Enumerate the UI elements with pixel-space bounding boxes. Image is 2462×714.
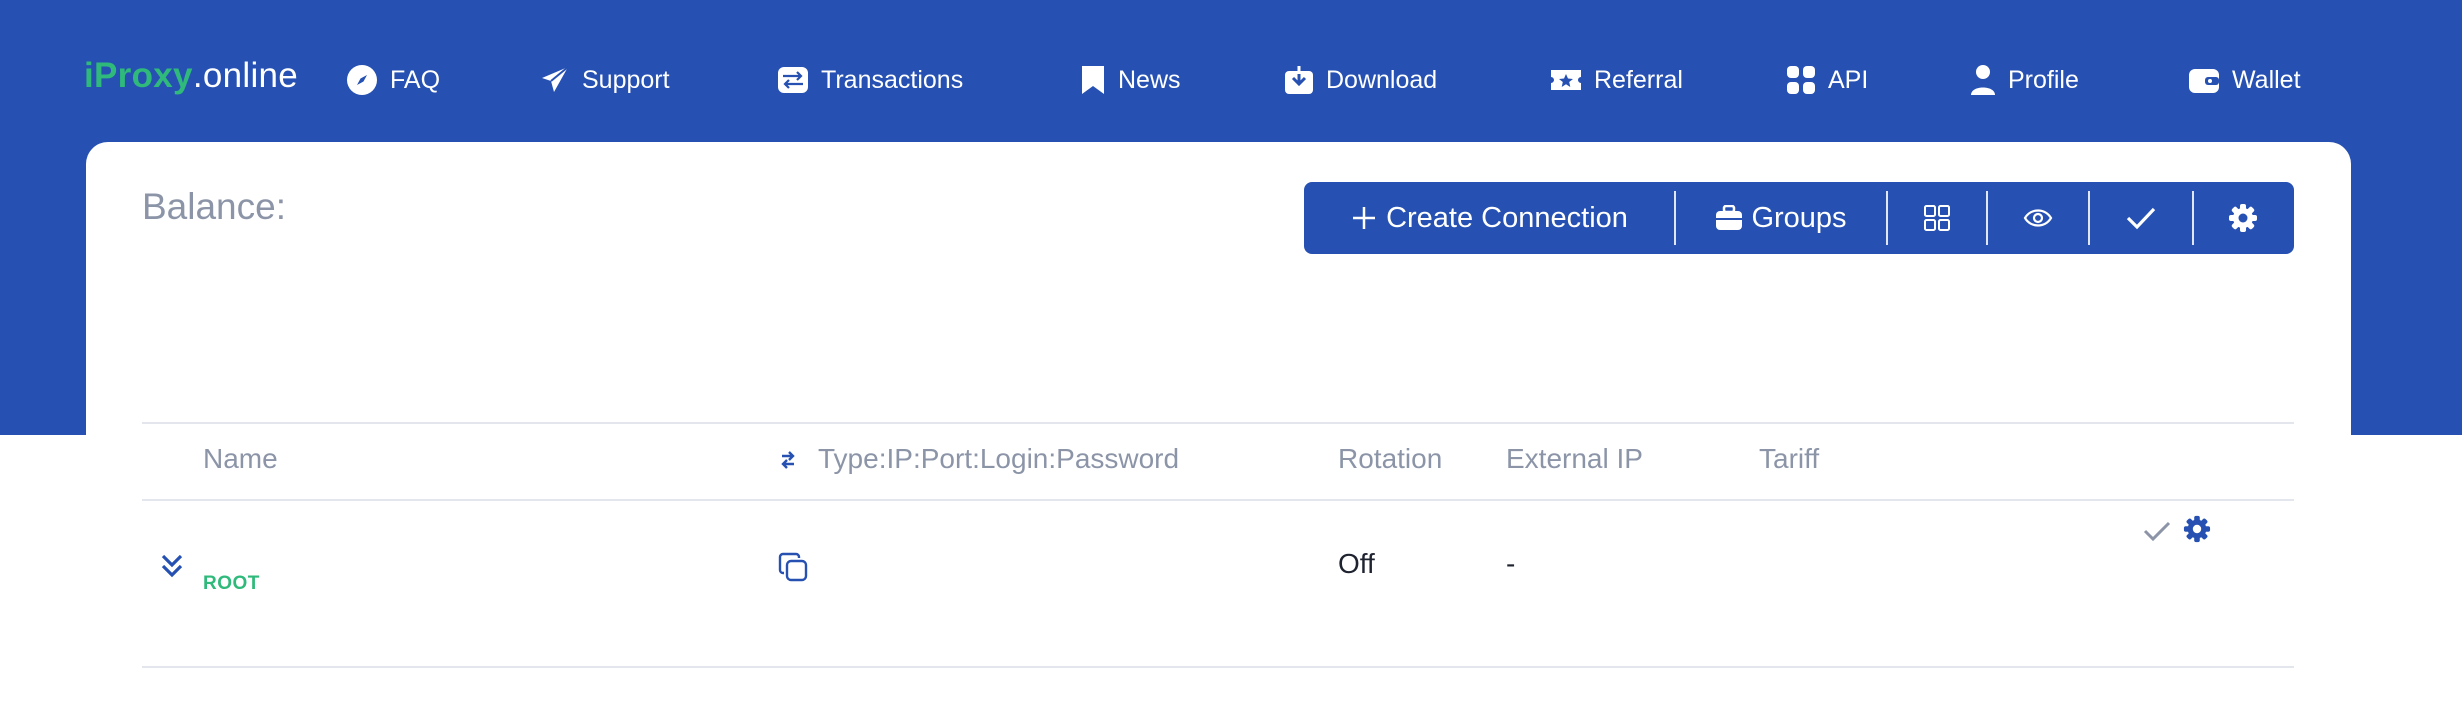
table-row-border [142, 666, 2294, 668]
nav-item-transactions[interactable]: Transactions [777, 60, 963, 100]
user-icon [1971, 65, 1995, 95]
rotation-value: Off [1338, 548, 1375, 579]
eye-icon [2023, 209, 2053, 227]
nav-item-api[interactable]: API [1786, 60, 1868, 100]
nav-label-api: API [1828, 65, 1869, 94]
balance-label: Balance: [142, 186, 286, 227]
connection-toolbar: Create Connection Groups [1304, 182, 2294, 254]
nav-item-profile[interactable]: Profile [1970, 60, 2079, 100]
create-connection-button[interactable]: Create Connection [1304, 182, 1674, 254]
settings-button[interactable] [2194, 182, 2292, 254]
groups-button[interactable]: Groups [1676, 182, 1886, 254]
grid-apps-icon [1787, 66, 1815, 94]
table-header-border [142, 499, 2294, 501]
create-connection-label: Create Connection [1386, 201, 1628, 234]
ticket-star-icon [1551, 70, 1581, 90]
nav-label-transactions: Transactions [821, 65, 964, 94]
checkmark-icon [2126, 207, 2156, 230]
compass-icon [347, 65, 377, 95]
nav-label-referral: Referral [1594, 65, 1683, 94]
nav-item-support[interactable]: Support [540, 60, 670, 100]
nav-label-profile: Profile [2008, 65, 2079, 94]
gear-icon [2229, 204, 2257, 232]
paper-plane-icon [542, 66, 569, 92]
copy-icon[interactable] [778, 552, 808, 582]
nav-label-support: Support [582, 65, 670, 94]
nav-label-faq: FAQ [390, 65, 441, 94]
download-icon [1285, 66, 1313, 94]
transactions-icon [778, 67, 808, 93]
briefcase-icon [1716, 205, 1743, 230]
select-all-button[interactable] [2090, 182, 2192, 254]
logo-suffix: .online [192, 56, 299, 95]
chevrons-down-icon[interactable] [159, 552, 185, 580]
column-header-tariff: Tariff [1759, 443, 1820, 474]
plus-icon [1353, 207, 1376, 229]
wallet-icon [2189, 69, 2219, 93]
site-logo[interactable]: iProxy.online [84, 56, 298, 96]
swap-icon[interactable] [779, 450, 797, 470]
external-ip-value: - [1506, 548, 1516, 579]
group-label-root: ROOT [203, 573, 260, 594]
column-header-connection: Type:IP:Port:Login:Password [818, 443, 1180, 474]
nav-item-download[interactable]: Download [1284, 60, 1437, 100]
top-navigation: iProxy.online FAQ Support Transactions N… [0, 0, 2462, 140]
nav-item-faq[interactable]: FAQ [346, 60, 440, 100]
column-header-rotation: Rotation [1338, 443, 1443, 474]
nav-item-news[interactable]: News [1080, 60, 1181, 100]
groups-label: Groups [1751, 201, 1847, 234]
checkmark-icon[interactable] [2143, 520, 2171, 542]
column-header-external-ip: External IP [1506, 443, 1643, 474]
table-top-border [142, 422, 2294, 424]
grid-view-button[interactable] [1888, 182, 1986, 254]
grid-view-icon [1924, 205, 1950, 231]
nav-item-referral[interactable]: Referral [1550, 60, 1683, 100]
logo-brand: iProxy [84, 56, 193, 95]
nav-label-wallet: Wallet [2232, 65, 2301, 94]
nav-label-news: News [1118, 65, 1181, 94]
column-header-name[interactable]: Name [203, 443, 278, 475]
gear-icon[interactable] [2183, 515, 2211, 543]
nav-label-download: Download [1326, 65, 1438, 94]
nav-item-wallet[interactable]: Wallet [2188, 60, 2301, 100]
bookmark-icon [1082, 66, 1104, 94]
visibility-button[interactable] [1988, 182, 2088, 254]
